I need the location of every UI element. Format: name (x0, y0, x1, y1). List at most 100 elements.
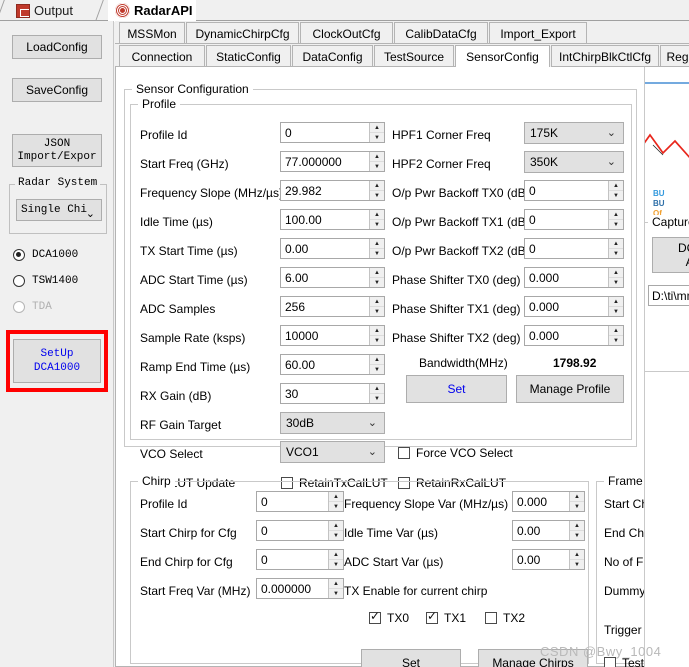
input-phase-shifter-tx1[interactable]: 0.000 ▲ ▼ (524, 296, 624, 317)
input-rx-gain-value: 30 (285, 386, 299, 401)
input-idle-time-var[interactable]: 0.00 ▲ ▼ (512, 520, 585, 541)
chevron-down-icon: ⌄ (606, 156, 616, 168)
radar-system-select[interactable]: Single Chi ⌄ (16, 199, 102, 221)
manage-profile-button[interactable]: Manage Profile (516, 375, 624, 403)
input-frequency-slope[interactable]: 29.982 ▲ ▼ (280, 180, 385, 201)
app-tab-output[interactable]: Output (0, 0, 101, 21)
input-phase-shifter-tx0[interactable]: 0.000 ▲ ▼ (524, 267, 624, 288)
spinner-op-pwr-backoff-tx1[interactable]: ▲ ▼ (608, 210, 623, 229)
spinner-idle-time[interactable]: ▲ ▼ (369, 210, 384, 229)
input-frequency-slope-var[interactable]: 0.000 ▲ ▼ (512, 491, 585, 512)
label-tx-start-time: TX Start Time (µs) (140, 244, 238, 258)
chirp-set-button[interactable]: Set (361, 649, 461, 667)
select-hpf1-corner-freq[interactable]: 175K ⌄ (524, 122, 624, 144)
spinner-ramp-end-time[interactable]: ▲ ▼ (369, 355, 384, 374)
label-chirp-profile-id: Profile Id (140, 497, 188, 511)
input-start-chirp-for-cfg[interactable]: 0 ▲ ▼ (256, 520, 344, 541)
spinner-phase-shifter-tx2[interactable]: ▲ ▼ (608, 326, 623, 345)
input-start-freq-var[interactable]: 0.000000 ▲ ▼ (256, 578, 344, 599)
input-adc-samples[interactable]: 256 ▲ ▼ (280, 296, 385, 317)
input-adc-start-time-value: 6.00 (285, 270, 309, 285)
input-op-pwr-backoff-tx0[interactable]: 0 ▲ ▼ (524, 180, 624, 201)
input-op-pwr-backoff-tx1[interactable]: 0 ▲ ▼ (524, 209, 624, 230)
input-tx-start-time[interactable]: 0.00 ▲ ▼ (280, 238, 385, 259)
checkbox-tx1[interactable]: TX1 (426, 609, 466, 625)
checkbox-tx2[interactable]: TX2 (485, 611, 525, 625)
tab-calibdatacfg[interactable]: CalibDataCfg (394, 22, 488, 44)
tab-intchirpblkctlcfg[interactable]: IntChirpBlkCtlCfg (551, 45, 659, 67)
spinner-rx-gain[interactable]: ▲ ▼ (369, 384, 384, 403)
tab-clockoutcfg[interactable]: ClockOutCfg (300, 22, 393, 44)
profile-set-button[interactable]: Set (406, 375, 507, 403)
json-button-line2: Import/Expor (17, 150, 97, 163)
input-phase-shifter-tx2[interactable]: 0.000 ▲ ▼ (524, 325, 624, 346)
label-hpf1-corner-freq: HPF1 Corner Freq (392, 128, 491, 142)
save-config-button[interactable]: SaveConfig (12, 78, 102, 102)
input-profile-id[interactable]: 0 ▲ ▼ (280, 122, 385, 143)
select-hpf2-corner-freq[interactable]: 350K ⌄ (524, 151, 624, 173)
spinner-op-pwr-backoff-tx2[interactable]: ▲ ▼ (608, 239, 623, 258)
spinner-end-chirp-for-cfg[interactable]: ▲ ▼ (328, 550, 343, 569)
spinner-adc-start-time[interactable]: ▲ ▼ (369, 268, 384, 287)
radio-tsw1400[interactable]: TSW1400 (13, 275, 78, 287)
radar-icon (115, 3, 130, 18)
input-chirp-profile-id[interactable]: 0 ▲ ▼ (256, 491, 344, 512)
spinner-phase-shifter-tx1[interactable]: ▲ ▼ (608, 297, 623, 316)
tab-sensorconfig[interactable]: SensorConfig (455, 45, 550, 67)
tab-testsource[interactable]: TestSource (374, 45, 454, 67)
tab-mssmon[interactable]: MSSMon (119, 22, 185, 44)
checkbox-icon (398, 447, 410, 459)
input-end-chirp-for-cfg[interactable]: 0 ▲ ▼ (256, 549, 344, 570)
tab-staticconfig[interactable]: StaticConfig (206, 45, 291, 67)
app-tab-radarapi[interactable]: RadarAPI (95, 0, 196, 21)
spinner-start-freq[interactable]: ▲ ▼ (369, 152, 384, 171)
input-idle-time[interactable]: 100.00 ▲ ▼ (280, 209, 385, 230)
spinner-op-pwr-backoff-tx0[interactable]: ▲ ▼ (608, 181, 623, 200)
spinner-adc-samples[interactable]: ▲ ▼ (369, 297, 384, 316)
capture-path-input[interactable]: D:\ti\mm (648, 285, 689, 306)
checkbox-force-vco-select[interactable]: Force VCO Select (398, 446, 513, 460)
capture-group-label: Capture (648, 215, 689, 229)
load-config-button[interactable]: LoadConfig (12, 35, 102, 59)
spinner-profile-id[interactable]: ▲ ▼ (369, 123, 384, 142)
input-adc-start-time[interactable]: 6.00 ▲ ▼ (280, 267, 385, 288)
label-idle-time-var: Idle Time Var (µs) (344, 526, 439, 540)
select-hpf1-corner-freq-value: 175K (530, 126, 559, 140)
setup-dca1000-button[interactable]: SetUp DCA1000 (13, 339, 101, 383)
input-ramp-end-time[interactable]: 60.00 ▲ ▼ (280, 354, 385, 375)
spinner-idle-time-var[interactable]: ▲ ▼ (569, 521, 584, 540)
label-adc-samples: ADC Samples (140, 302, 216, 316)
tab-regop[interactable]: RegOp (660, 45, 689, 67)
spinner-phase-shifter-tx0[interactable]: ▲ ▼ (608, 268, 623, 287)
input-op-pwr-backoff-tx2[interactable]: 0 ▲ ▼ (524, 238, 624, 259)
spinner-sample-rate[interactable]: ▲ ▼ (369, 326, 384, 345)
input-sample-rate[interactable]: 10000 ▲ ▼ (280, 325, 385, 346)
spinner-frequency-slope[interactable]: ▲ ▼ (369, 181, 384, 200)
input-start-freq[interactable]: 77.000000 ▲ ▼ (280, 151, 385, 172)
checkbox-icon (485, 612, 497, 624)
spinner-frequency-slope-var[interactable]: ▲ ▼ (569, 492, 584, 511)
input-rx-gain[interactable]: 30 ▲ ▼ (280, 383, 385, 404)
input-adc-start-var[interactable]: 0.00 ▲ ▼ (512, 549, 585, 570)
spinner-chirp-profile-id[interactable]: ▲ ▼ (328, 492, 343, 511)
select-vco-select[interactable]: VCO1 ⌄ (280, 441, 385, 463)
tab-import-export[interactable]: Import_Export (489, 22, 587, 44)
tab-dataconfig[interactable]: DataConfig (292, 45, 373, 67)
tab-connection[interactable]: Connection (119, 45, 205, 67)
spinner-adc-start-var[interactable]: ▲ ▼ (569, 550, 584, 569)
checkbox-tx0[interactable]: TX0 (369, 609, 410, 625)
spinner-tx-start-time[interactable]: ▲ ▼ (369, 239, 384, 258)
spinner-start-freq-var[interactable]: ▲ ▼ (328, 579, 343, 598)
capture-dca1000-button[interactable]: DCA1 AR (652, 237, 689, 273)
checkbox-tx0-label: TX0 (387, 611, 410, 625)
label-op-pwr-backoff-tx1: O/p Pwr Backoff TX1 (dB) (392, 215, 530, 229)
tab-dynamicchirpcfg[interactable]: DynamicChirpCfg (186, 22, 299, 44)
spinner-start-chirp-for-cfg[interactable]: ▲ ▼ (328, 521, 343, 540)
chevron-down-icon: ⌄ (606, 127, 616, 139)
label-tx-enable-current-chirp: TX Enable for current chirp (344, 584, 488, 598)
json-import-export-button[interactable]: JSON Import/Expor (12, 134, 102, 167)
radio-icon (13, 301, 25, 313)
select-rf-gain-target[interactable]: 30dB ⌄ (280, 412, 385, 434)
radio-dca1000[interactable]: DCA1000 (13, 249, 78, 261)
select-hpf2-corner-freq-value: 350K (530, 155, 559, 169)
